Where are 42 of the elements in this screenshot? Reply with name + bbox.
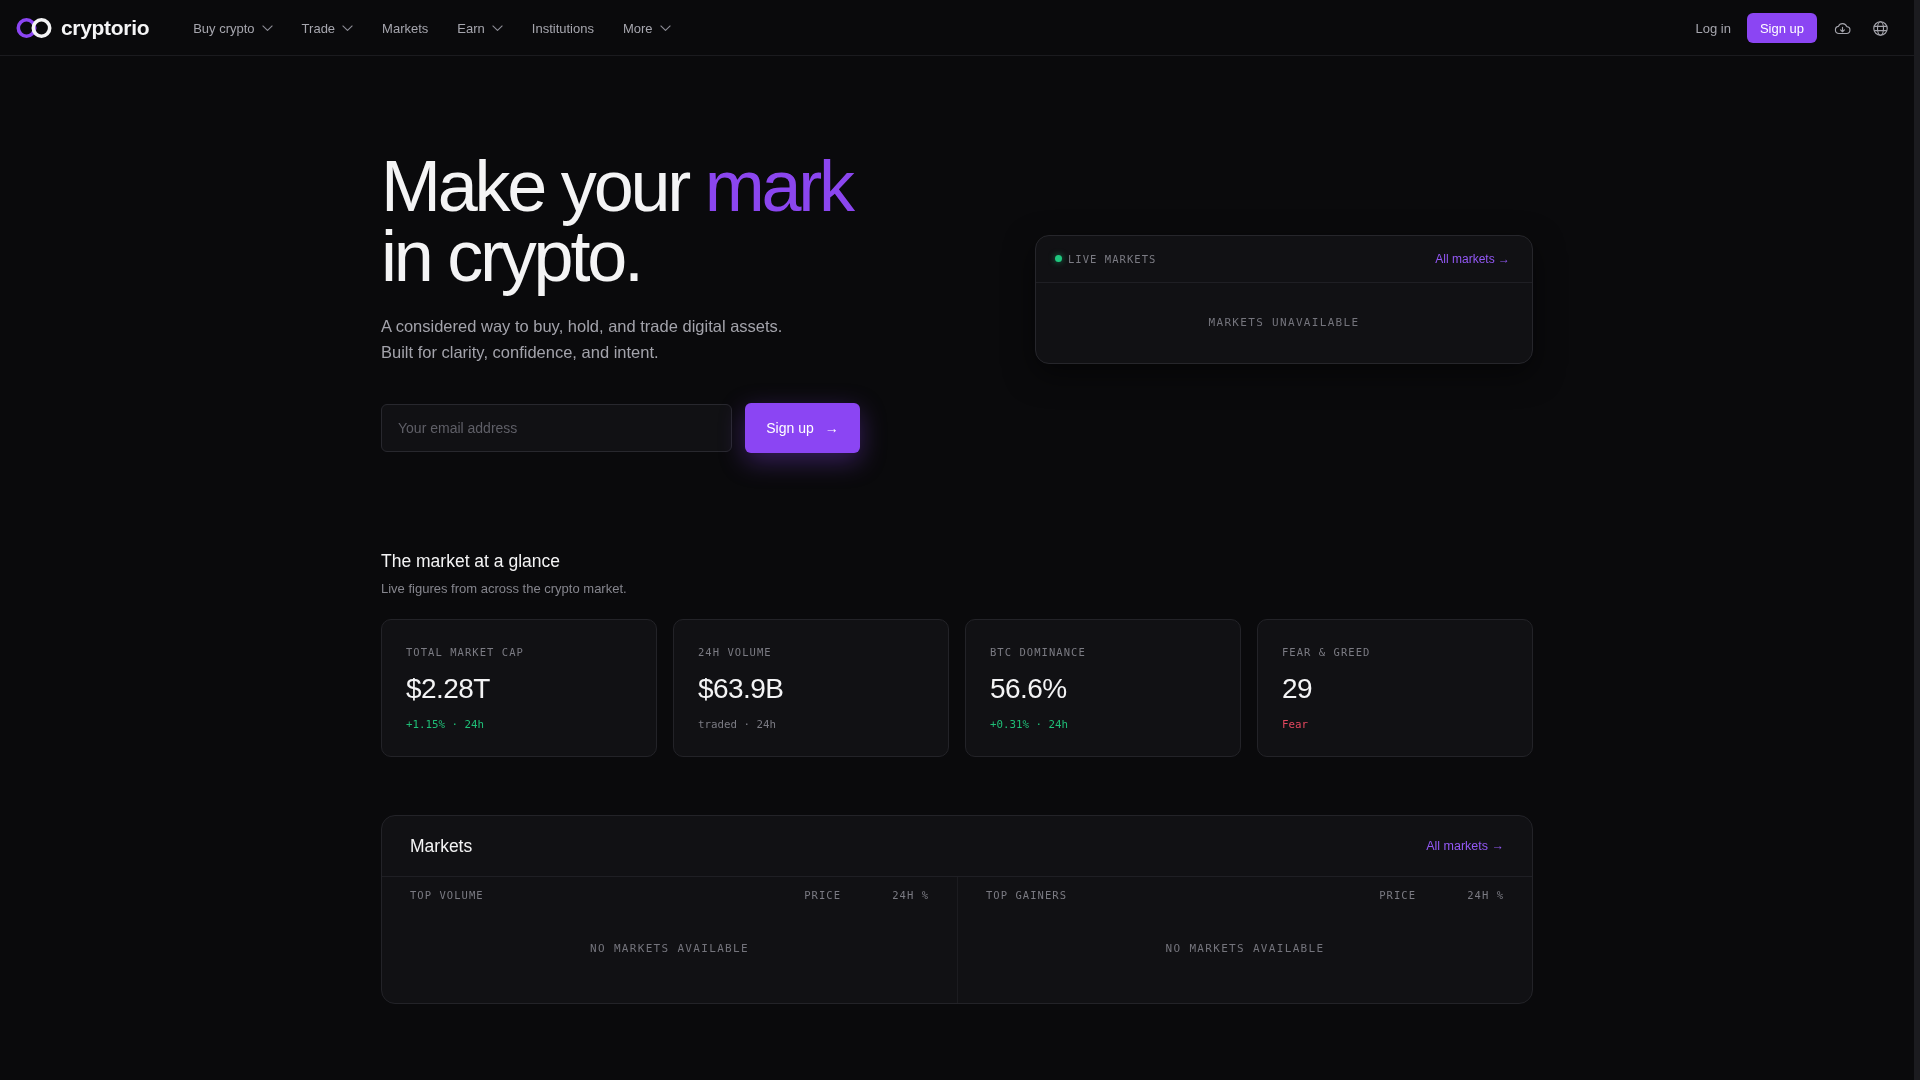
panel-title: Markets xyxy=(410,835,473,857)
stat-change-note: traded · 24h xyxy=(698,718,776,732)
stat-value: 56.6% xyxy=(990,673,1067,705)
section-heading: The market at a glance xyxy=(381,550,560,573)
column-header: TOP VOLUME xyxy=(410,888,485,902)
column-header: 24H % xyxy=(1466,888,1504,902)
section-subtitle: Live figures from across the crypto market. xyxy=(381,580,627,598)
stat-label: FEAR & GREED xyxy=(1282,645,1371,659)
nav-menu-item[interactable]: More xyxy=(622,20,671,36)
empty-state-message: NO MARKETS AVAILABLE xyxy=(1165,942,1325,956)
nav-menu-item[interactable]: Buy crypto xyxy=(193,20,273,36)
log-in-link[interactable]: Log in xyxy=(1695,20,1731,36)
stat-value: 29 xyxy=(1282,673,1313,705)
stat-change-note: +1.15% · 24h xyxy=(406,718,484,732)
all-markets-link[interactable]: All markets → xyxy=(1435,251,1510,266)
linked-rings-logo-icon xyxy=(16,17,52,39)
all-markets-link[interactable]: All markets → xyxy=(1426,839,1504,853)
column-header: PRICE xyxy=(803,888,841,902)
hero-headline: Make your mark in crypto. xyxy=(381,145,852,297)
email-input-field[interactable]: Your email address xyxy=(381,404,732,452)
stat-value: $2.28T xyxy=(406,673,490,705)
stat-value: $63.9B xyxy=(698,673,784,705)
nav-menu-item[interactable]: Markets xyxy=(382,20,429,36)
empty-state-message: MARKETS UNAVAILABLE xyxy=(1208,315,1360,330)
live-markets-title: LIVE MARKETS xyxy=(1068,251,1157,266)
nav-menu-item[interactable]: Trade xyxy=(301,20,354,36)
stat-label: TOTAL MARKET CAP xyxy=(406,645,524,659)
stat-label: 24H VOLUME xyxy=(698,645,772,659)
nav-menu-item[interactable]: Institutions xyxy=(531,20,594,36)
empty-state-message: NO MARKETS AVAILABLE xyxy=(590,942,749,956)
column-header: 24H % xyxy=(891,888,929,902)
column-header: PRICE xyxy=(1378,888,1416,902)
brand-logo-link[interactable]: cryptorio xyxy=(16,16,150,40)
hero-description: A considered way to buy, hold, and trade digital assets. Built for clarity, confidence, and intent. xyxy=(381,316,783,363)
globe-icon[interactable] xyxy=(1872,19,1889,37)
sign-up-button[interactable]: Sign up → xyxy=(745,403,860,453)
nav-menu-item[interactable]: Earn xyxy=(457,20,503,36)
column-header: TOP GAINERS xyxy=(986,888,1069,902)
stat-change-note: Fear xyxy=(1282,718,1308,732)
sign-up-button[interactable]: Sign up xyxy=(1746,13,1817,43)
stat-label: BTC DOMINANCE xyxy=(990,645,1086,659)
stat-change-note: +0.31% · 24h xyxy=(990,718,1068,732)
